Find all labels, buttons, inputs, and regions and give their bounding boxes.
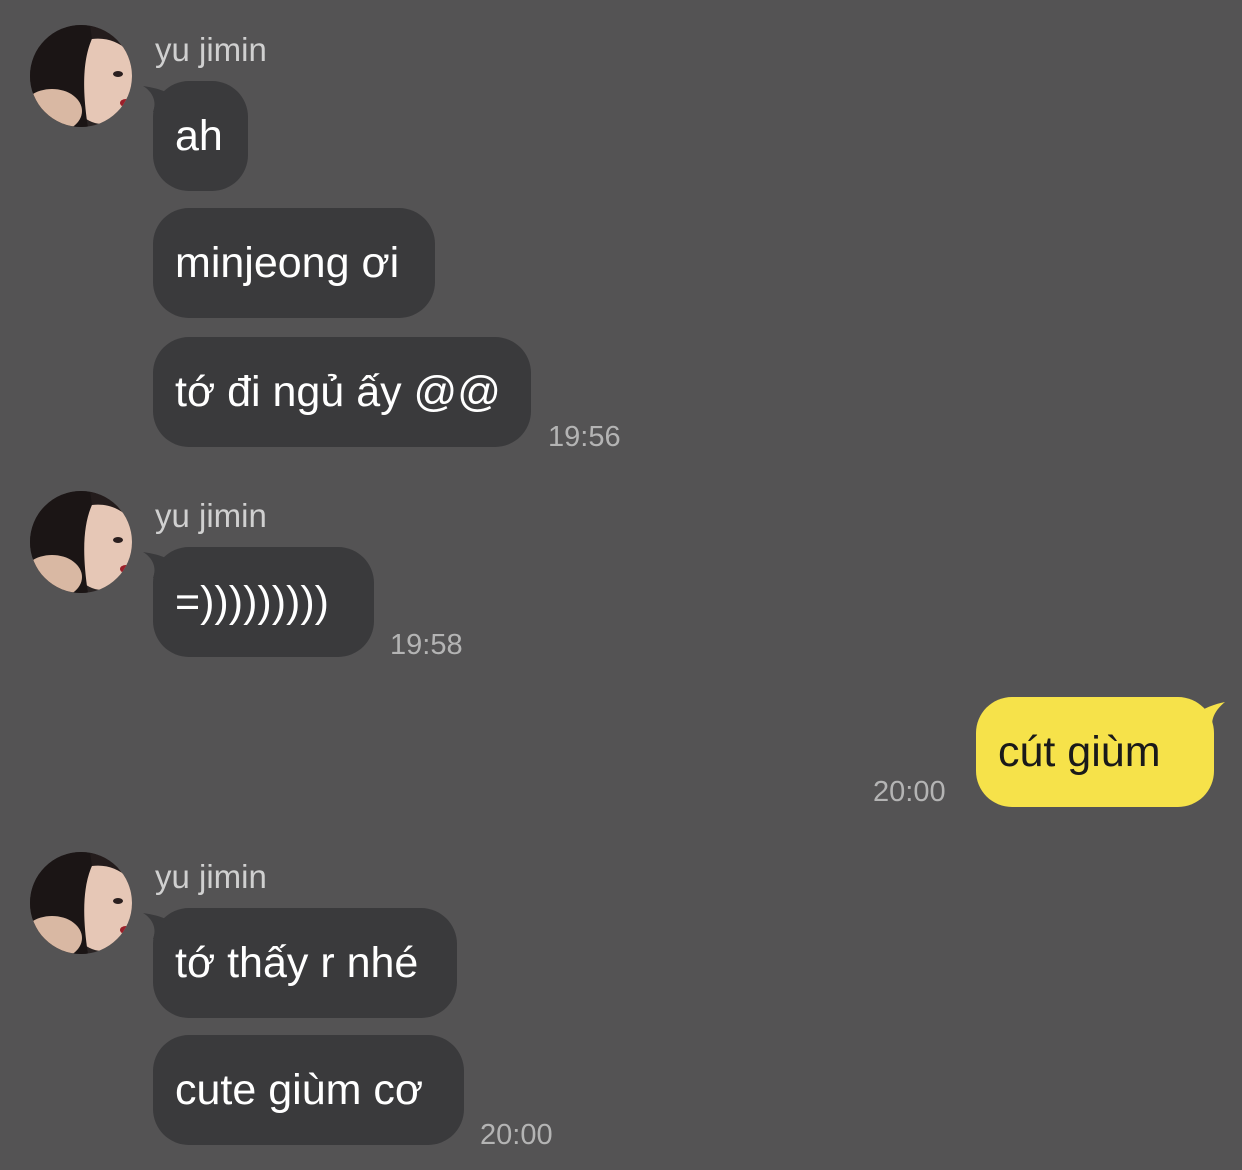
message-bubble[interactable]: minjeong ơi	[153, 208, 435, 318]
avatar[interactable]	[30, 25, 132, 127]
message-bubble[interactable]: =)))))))))	[153, 547, 374, 657]
sender-name: yu jimin	[155, 31, 267, 68]
avatar-photo-icon	[30, 852, 132, 954]
message-timestamp: 20:00	[480, 1119, 553, 1151]
message-bubble[interactable]: ah	[153, 81, 248, 191]
message-timestamp: 20:00	[873, 776, 946, 808]
message-timestamp: 19:56	[548, 421, 621, 453]
message-bubble[interactable]: cute giùm cơ	[153, 1035, 464, 1145]
message-timestamp: 19:58	[390, 629, 463, 661]
message-bubble[interactable]: tớ thấy r nhé	[153, 908, 457, 1018]
avatar[interactable]	[30, 491, 132, 593]
sender-name: yu jimin	[155, 497, 267, 534]
avatar-photo-icon	[30, 25, 132, 127]
avatar[interactable]	[30, 852, 132, 954]
avatar-photo-icon	[30, 491, 132, 593]
sender-name: yu jimin	[155, 858, 267, 895]
message-bubble-outgoing[interactable]: cút giùm	[976, 697, 1214, 807]
message-bubble[interactable]: tớ đi ngủ ấy @@	[153, 337, 531, 447]
